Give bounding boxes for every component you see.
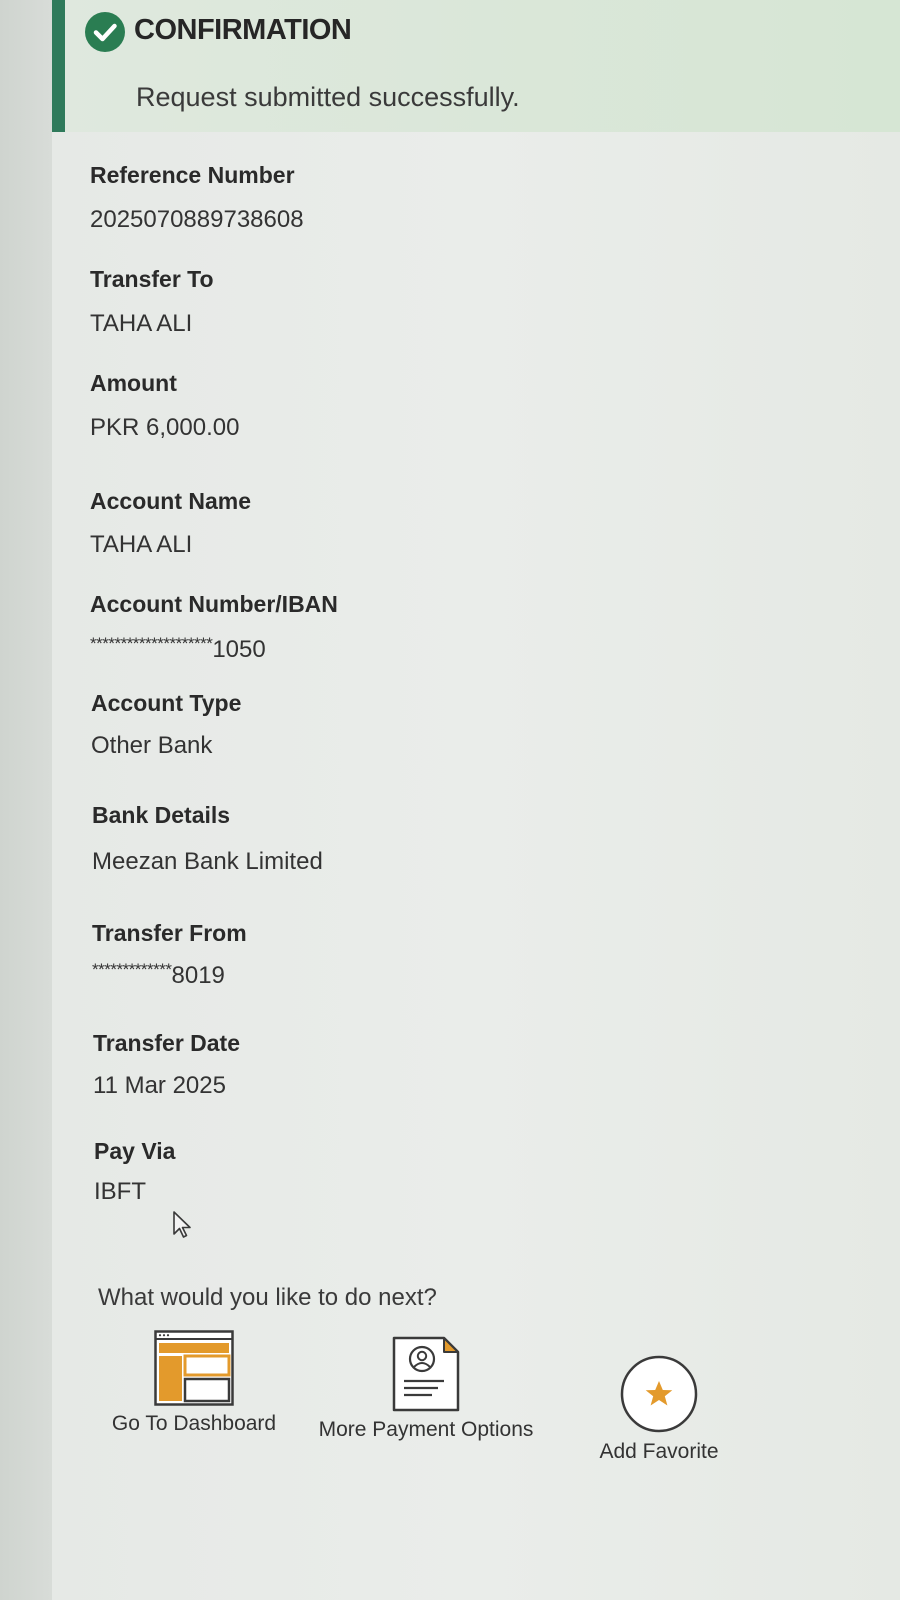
account-type-label: Account Type bbox=[91, 690, 242, 716]
transfer-from-last-digits: 8019 bbox=[171, 962, 225, 989]
dashboard-icon bbox=[154, 1330, 234, 1406]
transfer-to-label: Transfer To bbox=[90, 266, 214, 292]
account-type-value: Other Bank bbox=[91, 732, 213, 759]
bank-details-value: Meezan Bank Limited bbox=[92, 848, 323, 875]
payment-document-icon bbox=[392, 1336, 460, 1412]
transfer-date-value: 11 Mar 2025 bbox=[93, 1072, 226, 1099]
go-to-dashboard-button[interactable]: Go To Dashboard bbox=[104, 1330, 284, 1436]
banner-title: CONFIRMATION bbox=[134, 14, 352, 46]
reference-number-label: Reference Number bbox=[90, 162, 295, 188]
pay-via-label: Pay Via bbox=[94, 1138, 176, 1164]
star-icon bbox=[619, 1354, 699, 1434]
transfer-to-value: TAHA ALI bbox=[90, 310, 193, 337]
account-name-label: Account Name bbox=[90, 488, 252, 514]
confirmation-banner: CONFIRMATION Request submitted successfu… bbox=[52, 0, 900, 132]
reference-number-value: 2025070889738608 bbox=[90, 206, 304, 233]
left-gutter bbox=[0, 0, 52, 1600]
check-circle-icon bbox=[85, 12, 125, 52]
account-number-last-digits: 1050 bbox=[212, 636, 266, 663]
pay-via-value: IBFT bbox=[94, 1178, 146, 1205]
more-payment-options-button[interactable]: More Payment Options bbox=[306, 1336, 546, 1442]
account-name-value: TAHA ALI bbox=[90, 531, 193, 558]
add-favorite-label: Add Favorite bbox=[599, 1440, 719, 1463]
add-favorite-button[interactable]: Add Favorite bbox=[574, 1354, 744, 1464]
account-number-label: Account Number/IBAN bbox=[90, 591, 338, 617]
more-payment-options-label: More Payment Options bbox=[318, 1418, 534, 1441]
transfer-date-label: Transfer Date bbox=[93, 1030, 241, 1056]
next-steps-title: What would you like to do next? bbox=[98, 1284, 437, 1311]
mouse-cursor-icon bbox=[172, 1210, 194, 1245]
amount-label: Amount bbox=[90, 370, 177, 396]
account-number-value: ********************1050 bbox=[90, 634, 266, 664]
transfer-from-value: *************8019 bbox=[92, 960, 225, 990]
transfer-from-mask: ************* bbox=[92, 960, 172, 979]
banner-accent-bar bbox=[52, 0, 65, 132]
transfer-from-label: Transfer From bbox=[92, 920, 247, 946]
banner-message: Request submitted successfully. bbox=[136, 82, 520, 112]
transfer-details-panel: Reference Number 2025070889738608 Transf… bbox=[52, 132, 900, 1600]
bank-details-label: Bank Details bbox=[92, 802, 231, 828]
account-number-mask: ******************** bbox=[90, 634, 213, 653]
go-to-dashboard-label: Go To Dashboard bbox=[111, 1412, 277, 1435]
amount-value: PKR 6,000.00 bbox=[90, 414, 240, 441]
